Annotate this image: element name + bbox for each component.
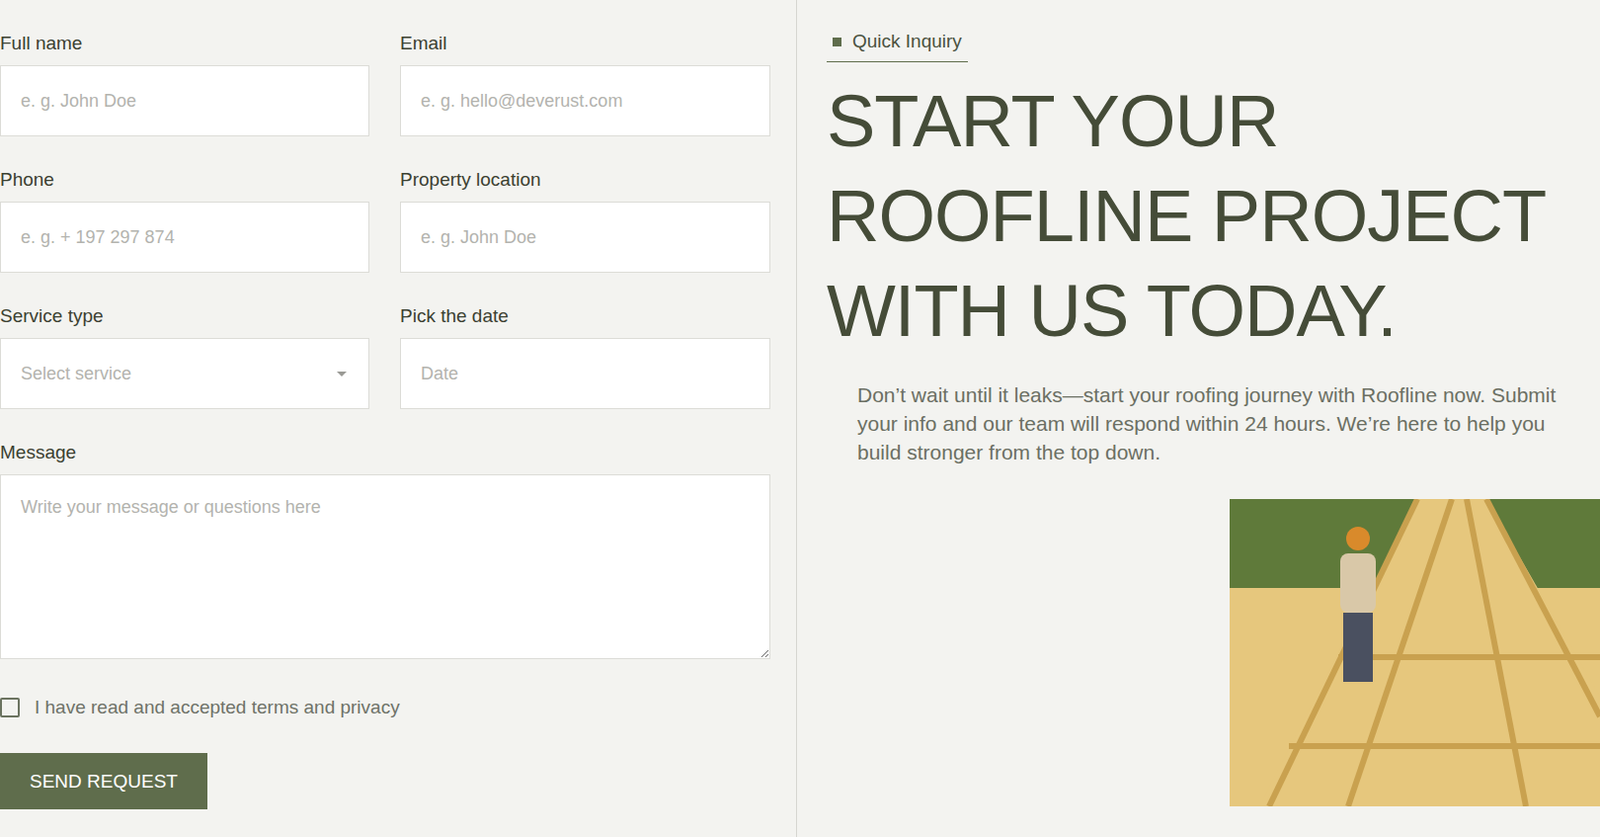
text-input[interactable] [400, 201, 771, 273]
inquiry-form: Full name Email Phone Property location Serv… [0, 0, 798, 837]
checkbox[interactable] [0, 697, 20, 718]
text-input[interactable] [0, 201, 370, 273]
form-field: Service type Select service [0, 304, 370, 409]
consent-checkbox-row[interactable]: I have read and accepted terms and priva… [0, 695, 771, 720]
consent-label: I have read and accepted terms and priva… [34, 695, 400, 720]
field-label: Phone [0, 167, 370, 192]
field-label: Full name [0, 31, 370, 56]
form-field: Email [400, 31, 771, 137]
field-label: Pick the date [400, 304, 771, 328]
heading: START YOURROOFLINE PROJECTWITH US TODAY. [826, 74, 1600, 359]
section-tag: Quick Inquiry [826, 30, 968, 63]
text-input[interactable] [400, 337, 771, 409]
field-label: Message [0, 440, 771, 465]
square-icon [832, 37, 842, 47]
text-input[interactable] [400, 65, 771, 137]
field-label: Service type [0, 304, 370, 328]
field-label: Property location [400, 167, 771, 192]
inquiry-page: Full name Email Phone Property location Serv… [0, 0, 1600, 837]
roof-frame-icon [1229, 498, 1600, 806]
heading-line: WITH US TODAY. [826, 263, 1600, 359]
form-field: Full name [0, 31, 370, 137]
service-select[interactable]: Select service [0, 337, 370, 409]
form-field: Pick the date [400, 304, 771, 409]
dropdown-arrow-icon [336, 371, 347, 377]
message-field: Message [0, 440, 771, 659]
form-grid: Full name Email Phone Property location Serv… [0, 31, 771, 409]
message-textarea[interactable] [0, 474, 771, 659]
form-field: Property location [400, 167, 771, 273]
intro-paragraph: Don’t wait until it leaks—start your roo… [857, 380, 1564, 467]
form-field: Phone [0, 167, 370, 273]
tag-label: Quick Inquiry [852, 30, 962, 53]
heading-line: ROOFLINE PROJECT [826, 168, 1600, 264]
text-input[interactable] [0, 65, 370, 137]
roof-photo [1229, 498, 1600, 806]
field-label: Email [400, 31, 771, 56]
intro-panel: Quick Inquiry START YOURROOFLINE PROJECTW… [797, 0, 1600, 837]
select-placeholder: Select service [20, 363, 132, 385]
heading-line: START YOUR [826, 74, 1600, 169]
send-request-button[interactable]: SEND REQUEST [0, 752, 208, 809]
